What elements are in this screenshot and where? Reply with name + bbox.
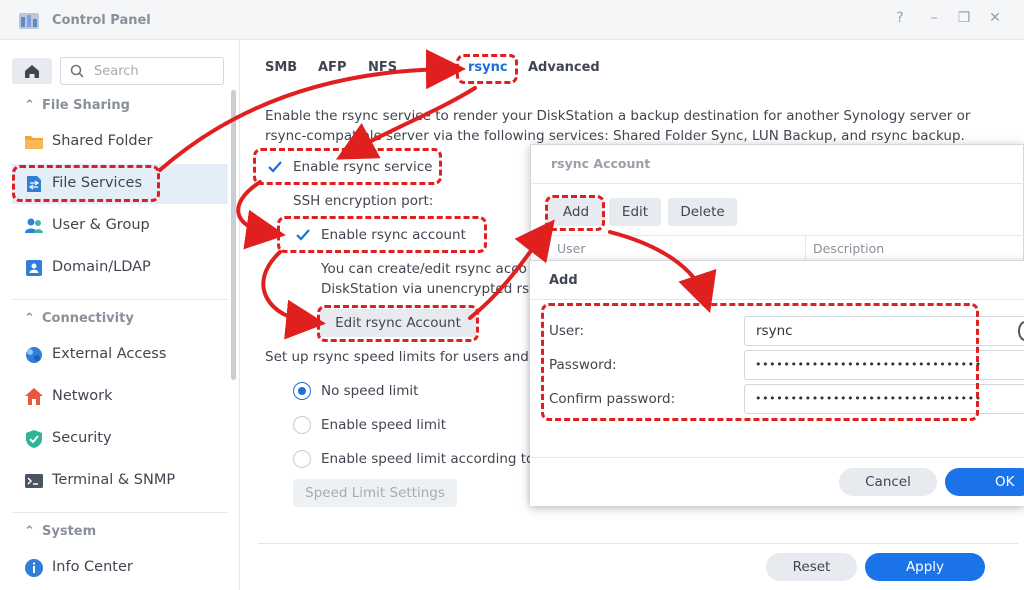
info-icon bbox=[25, 559, 43, 577]
speed-limit-schedule-radio[interactable] bbox=[293, 450, 311, 468]
user-group-icon bbox=[25, 218, 43, 233]
external-access-icon bbox=[26, 347, 42, 363]
highlight-enable-rsync-account bbox=[277, 216, 487, 253]
control-panel-window: Control Panel ? – ❐ ✕ Search ⌃ File Shari… bbox=[0, 0, 1024, 590]
dialog-divider bbox=[530, 299, 1024, 300]
column-description[interactable]: Description bbox=[813, 241, 884, 256]
chevron-up-icon: ⌃ bbox=[24, 98, 35, 113]
column-user[interactable]: User bbox=[557, 241, 586, 256]
column-divider bbox=[805, 236, 806, 260]
speed-limit-heading: Set up rsync speed limits for users and bbox=[265, 349, 529, 365]
sidebar-item-security[interactable]: Security bbox=[12, 419, 228, 459]
sidebar-item-label: Network bbox=[52, 388, 113, 404]
tab-afp[interactable]: AFP bbox=[318, 60, 346, 75]
cancel-button[interactable]: Cancel bbox=[839, 468, 937, 496]
help-icon[interactable]: ? bbox=[891, 10, 909, 26]
terminal-icon bbox=[25, 474, 43, 488]
sidebar-item-label: Shared Folder bbox=[52, 133, 153, 149]
enable-speed-limit-label: Enable speed limit bbox=[321, 417, 447, 433]
highlight-rsync-tab bbox=[456, 54, 518, 84]
window-title: Control Panel bbox=[52, 13, 151, 28]
sidebar-divider bbox=[12, 299, 228, 300]
ssh-port-label: SSH encryption port: bbox=[293, 193, 434, 209]
folder-icon bbox=[25, 136, 43, 149]
dialog-divider bbox=[531, 183, 1024, 184]
minimize-icon[interactable]: – bbox=[925, 10, 943, 26]
no-speed-limit-label: No speed limit bbox=[321, 383, 419, 399]
account-description: You can create/edit rsync acco bbox=[321, 261, 527, 277]
apply-button[interactable]: Apply bbox=[865, 553, 985, 581]
no-speed-limit-radio[interactable] bbox=[293, 382, 311, 400]
search-icon bbox=[70, 64, 84, 78]
sidebar-item-terminal-snmp[interactable]: Terminal & SNMP bbox=[12, 461, 228, 501]
sidebar-item-external-access[interactable]: External Access bbox=[12, 335, 228, 375]
restore-icon[interactable]: ❐ bbox=[955, 10, 973, 26]
section-file-sharing[interactable]: ⌃ File Sharing bbox=[24, 98, 130, 113]
search-input[interactable]: Search bbox=[60, 57, 224, 85]
sidebar-item-label: Security bbox=[52, 430, 112, 446]
section-connectivity[interactable]: ⌃ Connectivity bbox=[24, 311, 134, 326]
sidebar-item-label: External Access bbox=[52, 346, 167, 362]
highlight-add-form bbox=[541, 303, 979, 421]
sidebar-item-label: Domain/LDAP bbox=[52, 259, 151, 275]
sidebar: Search ⌃ File Sharing Shared Folder File … bbox=[0, 40, 240, 590]
home-icon bbox=[25, 65, 39, 78]
sidebar-item-label: User & Group bbox=[52, 217, 150, 233]
rsync-description: Enable the rsync service to render your … bbox=[265, 108, 971, 144]
speed-limit-schedule-label: Enable speed limit according to bbox=[321, 451, 535, 467]
highlight-file-services bbox=[12, 165, 160, 202]
sidebar-item-network[interactable]: Network bbox=[12, 377, 228, 417]
network-icon bbox=[25, 388, 43, 405]
sidebar-item-domain-ldap[interactable]: Domain/LDAP bbox=[12, 248, 228, 288]
sidebar-item-info-center[interactable]: Info Center bbox=[12, 548, 228, 588]
close-icon[interactable]: ✕ bbox=[986, 10, 1004, 26]
sidebar-divider bbox=[12, 512, 228, 513]
search-placeholder: Search bbox=[94, 64, 139, 79]
account-description: DiskStation via unencrypted rsy bbox=[321, 281, 538, 297]
title-bar: Control Panel ? – ❐ ✕ bbox=[0, 0, 1024, 40]
sidebar-item-user-group[interactable]: User & Group bbox=[12, 206, 228, 246]
section-system[interactable]: ⌃ System bbox=[24, 524, 96, 539]
tab-nfs[interactable]: NFS bbox=[368, 60, 397, 75]
chevron-up-icon: ⌃ bbox=[24, 524, 35, 539]
dialog-footer-divider bbox=[530, 457, 1024, 458]
dialog-title: Add bbox=[549, 273, 578, 288]
dialog-title: rsync Account bbox=[551, 156, 651, 171]
enable-speed-limit-radio[interactable] bbox=[293, 416, 311, 434]
highlight-add-button bbox=[545, 195, 605, 231]
highlight-edit-rsync-account bbox=[317, 305, 479, 342]
sidebar-scrollbar[interactable] bbox=[231, 90, 236, 380]
chevron-up-icon: ⌃ bbox=[24, 311, 35, 326]
domain-icon bbox=[26, 260, 42, 276]
account-table-header: User Description bbox=[547, 235, 1024, 260]
ok-button[interactable]: OK bbox=[945, 468, 1024, 496]
edit-button[interactable]: Edit bbox=[609, 198, 661, 226]
arrow-to-edit-account bbox=[261, 250, 326, 340]
sidebar-item-shared-folder[interactable]: Shared Folder bbox=[12, 122, 228, 162]
speed-limit-settings-button[interactable]: Speed Limit Settings bbox=[293, 479, 457, 507]
shield-icon bbox=[26, 430, 42, 448]
control-panel-icon bbox=[19, 13, 39, 29]
footer-divider bbox=[258, 543, 1018, 544]
tab-smb[interactable]: SMB bbox=[265, 60, 297, 75]
arrow-to-enable-account bbox=[236, 180, 286, 250]
home-button[interactable] bbox=[12, 58, 52, 84]
delete-button[interactable]: Delete bbox=[668, 198, 737, 226]
sidebar-item-label: Terminal & SNMP bbox=[52, 472, 176, 488]
highlight-enable-rsync-service bbox=[253, 148, 442, 185]
tab-advanced[interactable]: Advanced bbox=[528, 60, 600, 75]
sidebar-item-label: Info Center bbox=[52, 559, 133, 575]
reset-button[interactable]: Reset bbox=[766, 553, 857, 581]
